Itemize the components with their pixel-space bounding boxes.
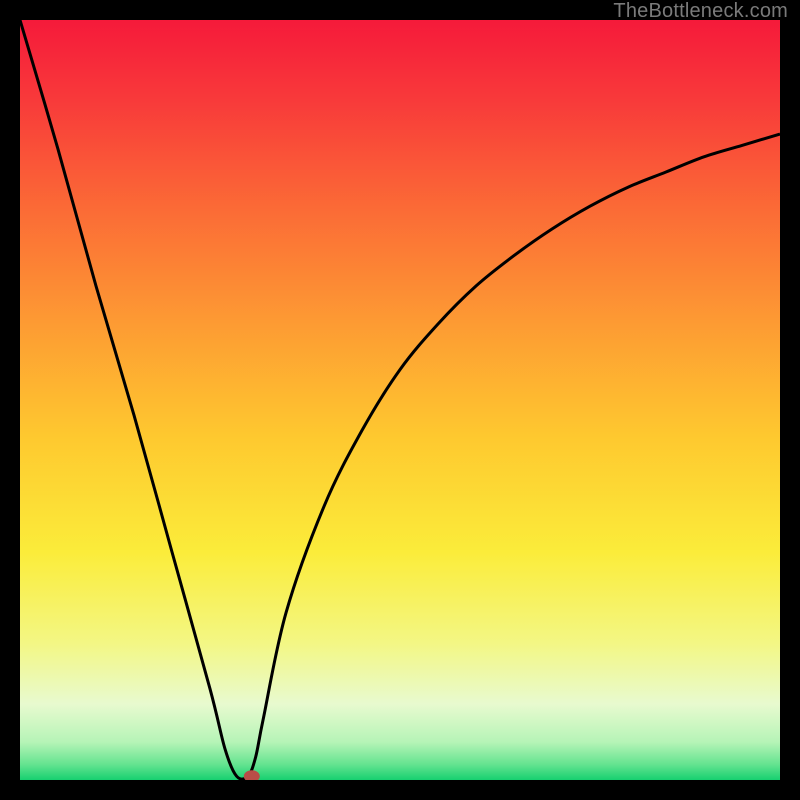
chart-container <box>20 20 780 780</box>
watermark-text: TheBottleneck.com <box>613 0 788 23</box>
bottleneck-chart <box>20 20 780 780</box>
chart-background <box>20 20 780 780</box>
